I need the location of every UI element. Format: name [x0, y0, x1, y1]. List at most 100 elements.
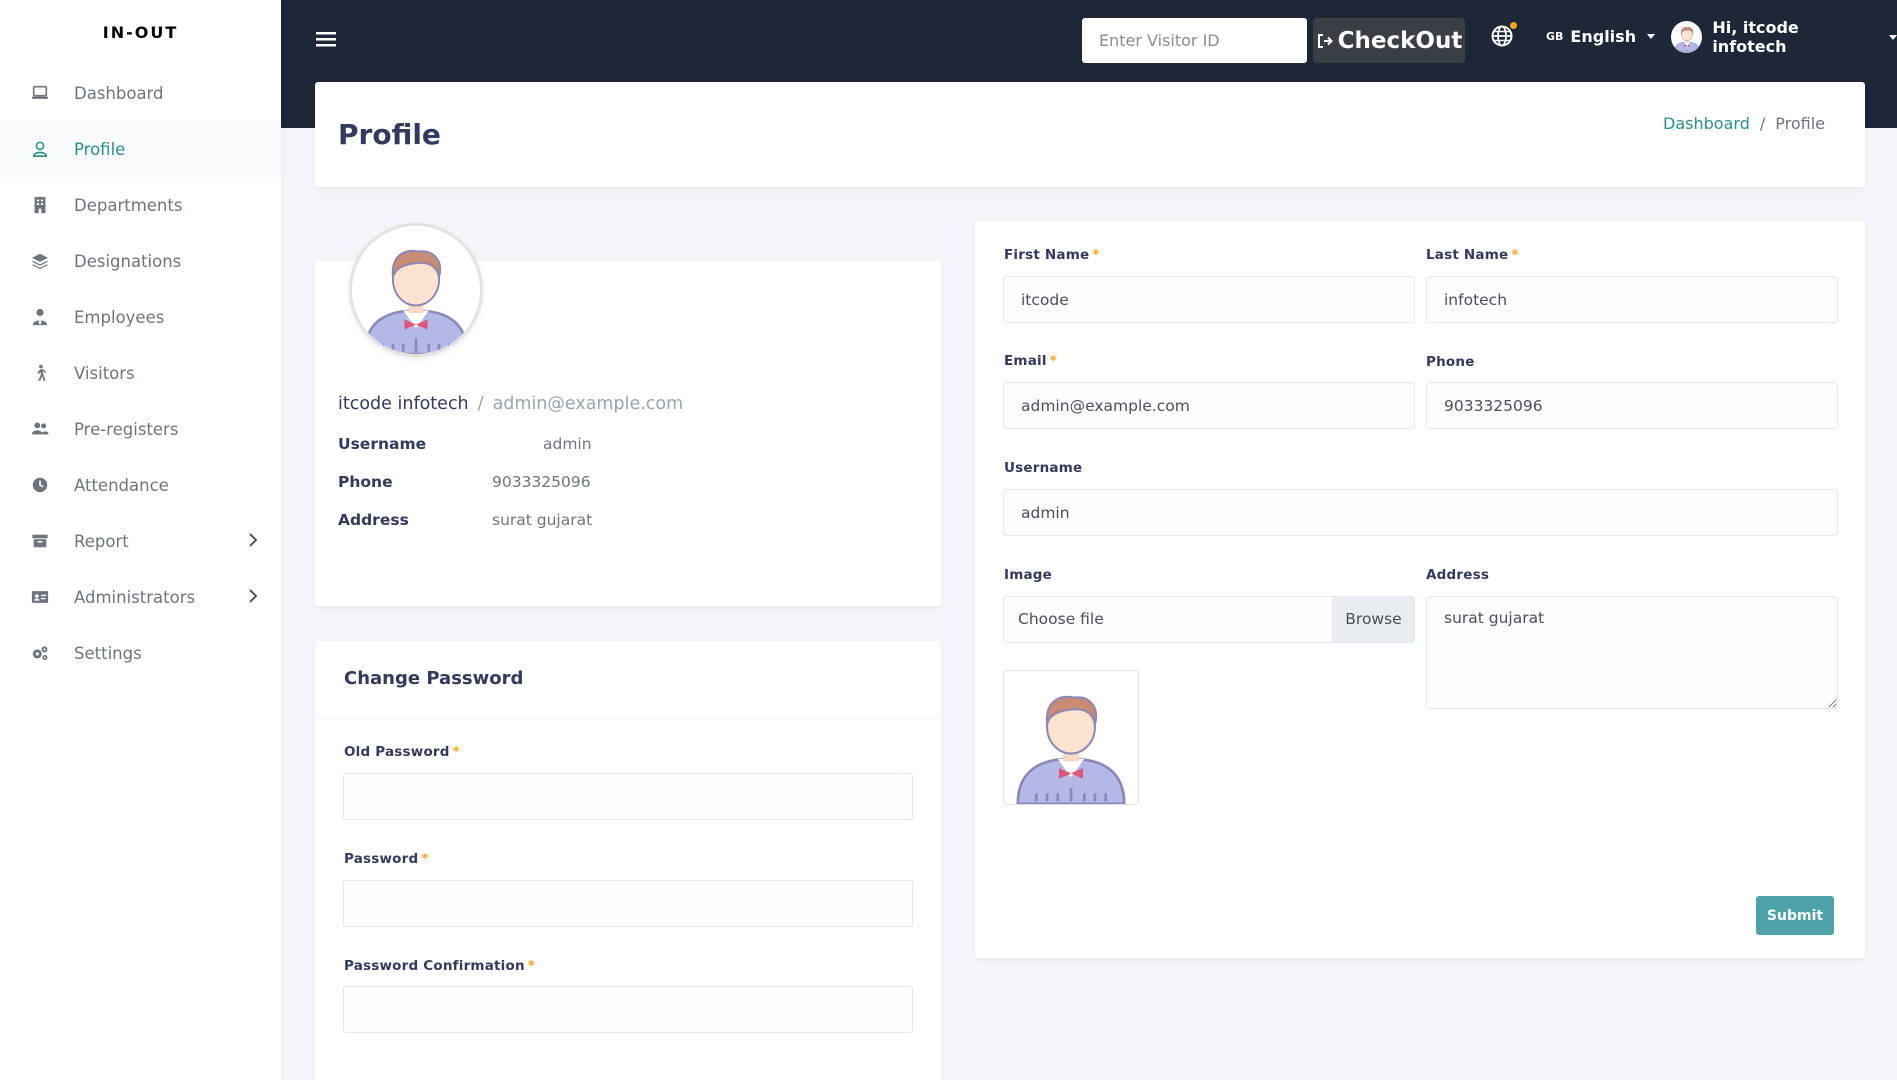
- username-input[interactable]: [1003, 489, 1838, 536]
- password-confirmation-label: Password Confirmation *: [344, 958, 536, 974]
- flag-gb-icon: GB: [1546, 29, 1564, 43]
- username-label: Username: [1004, 460, 1083, 476]
- sidebar-item-label: Report: [74, 531, 129, 551]
- first-name-label: First Name *: [1004, 247, 1100, 263]
- sidebar-item-employees[interactable]: Employees: [0, 289, 281, 345]
- laptop-icon: [30, 83, 50, 103]
- hamburger-menu-icon[interactable]: [315, 28, 337, 50]
- cogs-icon: [30, 643, 50, 663]
- user-icon: [30, 139, 50, 159]
- chevron-right-icon[interactable]: [245, 532, 261, 548]
- page-header: Profile Dashboard / Profile: [315, 82, 1865, 187]
- user-greeting: Hi, itcode infotech: [1712, 18, 1799, 56]
- divider: [315, 718, 941, 719]
- old-password-label: Old Password *: [344, 744, 460, 760]
- sign-out-icon: [1317, 33, 1333, 48]
- notification-dot: [1510, 22, 1517, 29]
- last-name-label: Last Name *: [1426, 247, 1519, 263]
- user-tie-icon: [30, 307, 50, 327]
- old-password-input[interactable]: [343, 773, 913, 820]
- email-input[interactable]: [1003, 382, 1415, 429]
- image-preview: [1003, 670, 1139, 805]
- top-navbar: CheckOut GB English Hi, itcode infotech: [281, 0, 1897, 78]
- sidebar-item-departments[interactable]: Departments: [0, 177, 281, 233]
- language-label: English: [1570, 26, 1637, 46]
- last-name-input[interactable]: [1426, 276, 1838, 323]
- image-file-input[interactable]: Choose file Browse: [1003, 596, 1415, 643]
- sidebar-item-label: Dashboard: [74, 83, 164, 103]
- sidebar-item-report[interactable]: Report: [0, 513, 281, 569]
- password-confirmation-input[interactable]: [343, 986, 913, 1033]
- profile-name: itcode infotech: [338, 394, 469, 414]
- profile-separator: /: [477, 394, 484, 414]
- profile-address-row: Address surat gujarat: [338, 511, 592, 529]
- user-menu[interactable]: Hi, itcode infotech: [1671, 18, 1897, 56]
- browse-button[interactable]: Browse: [1332, 597, 1414, 642]
- archive-icon: [30, 531, 50, 551]
- building-icon: [30, 195, 50, 215]
- page-title: Profile: [338, 118, 441, 151]
- info-value: surat gujarat: [492, 511, 593, 529]
- sidebar-item-label: Administrators: [74, 587, 196, 607]
- walking-icon: [30, 363, 50, 383]
- phone-input[interactable]: [1426, 382, 1838, 429]
- checkout-button[interactable]: CheckOut: [1313, 18, 1465, 63]
- sidebar-item-label: Employees: [74, 307, 165, 327]
- change-password-title: Change Password: [344, 668, 524, 689]
- sidebar-item-label: Visitors: [74, 363, 135, 383]
- info-value: admin: [543, 435, 592, 453]
- sidebar-item-label: Pre-registers: [74, 419, 179, 439]
- password-input[interactable]: [343, 880, 913, 927]
- users-icon: [30, 419, 50, 439]
- phone-label: Phone: [1426, 354, 1475, 370]
- sidebar-item-dashboard[interactable]: Dashboard: [0, 65, 281, 121]
- profile-form-card: First Name* Last Name* Email* Phone User…: [975, 222, 1865, 958]
- profile-phone-row: Phone 9033325096: [338, 473, 591, 491]
- sidebar-item-profile[interactable]: Profile: [0, 121, 281, 177]
- file-input-text: Choose file: [1018, 610, 1104, 628]
- sidebar: IN-OUT Dashboard Profile Departments Des…: [0, 0, 281, 1080]
- address-label: Address: [1426, 567, 1490, 583]
- breadcrumb-dashboard-link[interactable]: Dashboard: [1663, 114, 1750, 133]
- info-label: Address: [338, 511, 409, 529]
- sidebar-item-label: Designations: [74, 251, 182, 271]
- sidebar-nav: Dashboard Profile Departments Designatio…: [0, 65, 281, 681]
- brand-logo[interactable]: IN-OUT: [0, 0, 281, 65]
- first-name-input[interactable]: [1003, 276, 1415, 323]
- sidebar-item-label: Settings: [74, 643, 142, 663]
- profile-name-line: itcode infotech / admin@example.com: [338, 394, 683, 414]
- layers-icon: [30, 251, 50, 271]
- sidebar-item-label: Profile: [74, 139, 126, 159]
- profile-email: admin@example.com: [492, 394, 684, 414]
- breadcrumb-current: Profile: [1775, 114, 1825, 133]
- breadcrumb: Dashboard / Profile: [1663, 114, 1825, 133]
- sidebar-item-label: Attendance: [74, 475, 169, 495]
- sidebar-item-pre-registers[interactable]: Pre-registers: [0, 401, 281, 457]
- sidebar-item-visitors[interactable]: Visitors: [0, 345, 281, 401]
- sidebar-item-label: Departments: [74, 195, 183, 215]
- sidebar-item-attendance[interactable]: Attendance: [0, 457, 281, 513]
- checkout-label: CheckOut: [1337, 27, 1463, 54]
- language-dropdown[interactable]: GB English: [1546, 24, 1656, 48]
- sidebar-item-settings[interactable]: Settings: [0, 625, 281, 681]
- password-label: Password *: [344, 851, 429, 867]
- breadcrumb-separator: /: [1759, 114, 1766, 133]
- caret-down-icon: [1889, 34, 1897, 40]
- image-label: Image: [1004, 567, 1053, 583]
- visitor-id-input[interactable]: [1082, 18, 1307, 63]
- address-textarea[interactable]: surat gujarat: [1426, 596, 1838, 709]
- globe-icon[interactable]: [1490, 22, 1517, 48]
- sidebar-item-designations[interactable]: Designations: [0, 233, 281, 289]
- email-label: Email *: [1004, 353, 1057, 369]
- info-label: Phone: [338, 473, 393, 491]
- submit-button[interactable]: Submit: [1756, 896, 1834, 935]
- avatar: [1671, 21, 1702, 53]
- id-card-icon: [30, 587, 50, 607]
- info-label: Username: [338, 435, 427, 453]
- info-value: 9033325096: [492, 473, 591, 491]
- chevron-right-icon[interactable]: [245, 588, 261, 604]
- change-password-card: Change Password Old Password * Password * …: [315, 641, 941, 1080]
- profile-avatar: [349, 223, 483, 357]
- profile-username-row: Username admin: [338, 435, 592, 453]
- sidebar-item-administrators[interactable]: Administrators: [0, 569, 281, 625]
